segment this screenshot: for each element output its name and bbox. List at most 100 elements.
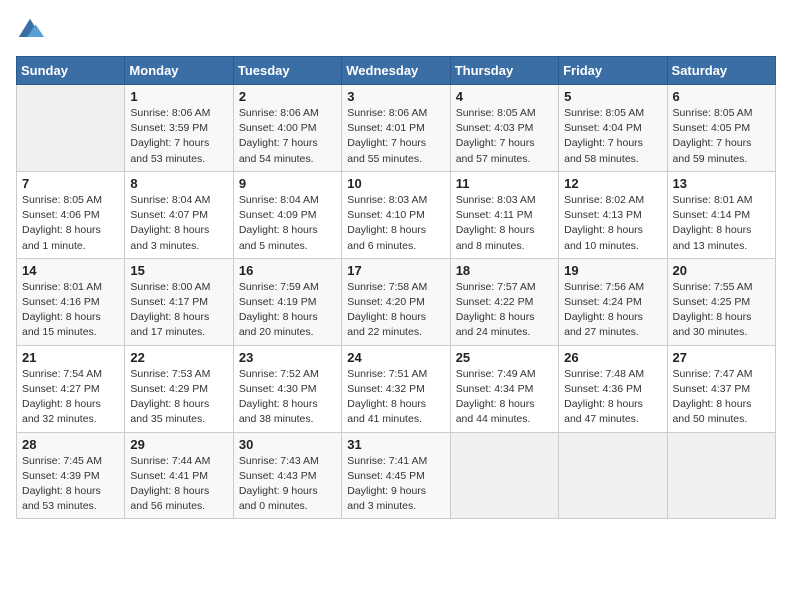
day-content: Sunrise: 7:51 AMSunset: 4:32 PMDaylight:…: [347, 367, 444, 428]
calendar-cell: 7 Sunrise: 8:05 AMSunset: 4:06 PMDaylight…: [17, 171, 125, 258]
day-number: 31: [347, 437, 444, 452]
calendar-week-2: 7 Sunrise: 8:05 AMSunset: 4:06 PMDaylight…: [17, 171, 776, 258]
calendar-cell: 2Sunrise: 8:06 AMSunset: 4:00 PMDaylight…: [233, 85, 341, 172]
calendar-week-4: 21 Sunrise: 7:54 AMSunset: 4:27 PMDayligh…: [17, 345, 776, 432]
day-number: 15: [130, 263, 227, 278]
day-number: 21: [22, 350, 119, 365]
calendar-cell: 12Sunrise: 8:02 AMSunset: 4:13 PMDayligh…: [559, 171, 667, 258]
calendar-cell: [17, 85, 125, 172]
calendar-cell: 5 Sunrise: 8:05 AMSunset: 4:04 PMDaylight…: [559, 85, 667, 172]
day-number: 17: [347, 263, 444, 278]
calendar-cell: 4Sunrise: 8:05 AMSunset: 4:03 PMDaylight…: [450, 85, 558, 172]
day-number: 8: [130, 176, 227, 191]
calendar-cell: 1 Sunrise: 8:06 AMSunset: 3:59 PMDaylight…: [125, 85, 233, 172]
calendar-body: 1 Sunrise: 8:06 AMSunset: 3:59 PMDaylight…: [17, 85, 776, 519]
day-content: Sunrise: 8:04 AMSunset: 4:07 PMDaylight:…: [130, 193, 227, 254]
calendar-cell: 16Sunrise: 7:59 AMSunset: 4:19 PMDayligh…: [233, 258, 341, 345]
day-number: 10: [347, 176, 444, 191]
calendar-cell: 9 Sunrise: 8:04 AMSunset: 4:09 PMDaylight…: [233, 171, 341, 258]
day-number: 6: [673, 89, 770, 104]
weekday-header-friday: Friday: [559, 57, 667, 85]
day-content: Sunrise: 7:48 AMSunset: 4:36 PMDaylight:…: [564, 367, 661, 428]
day-number: 1: [130, 89, 227, 104]
day-content: Sunrise: 7:43 AMSunset: 4:43 PMDaylight:…: [239, 454, 336, 515]
day-number: 13: [673, 176, 770, 191]
day-number: 18: [456, 263, 553, 278]
day-number: 5: [564, 89, 661, 104]
day-content: Sunrise: 7:52 AMSunset: 4:30 PMDaylight:…: [239, 367, 336, 428]
day-content: Sunrise: 8:01 AMSunset: 4:14 PMDaylight:…: [673, 193, 770, 254]
day-content: Sunrise: 8:06 AMSunset: 4:01 PMDaylight:…: [347, 106, 444, 167]
day-content: Sunrise: 7:41 AMSunset: 4:45 PMDaylight:…: [347, 454, 444, 515]
day-number: 28: [22, 437, 119, 452]
day-content: Sunrise: 8:06 AMSunset: 3:59 PMDaylight:…: [130, 106, 227, 167]
day-content: Sunrise: 7:53 AMSunset: 4:29 PMDaylight:…: [130, 367, 227, 428]
calendar-cell: 22 Sunrise: 7:53 AMSunset: 4:29 PMDayligh…: [125, 345, 233, 432]
calendar-cell: 10 Sunrise: 8:03 AMSunset: 4:10 PMDayligh…: [342, 171, 450, 258]
calendar-cell: 29 Sunrise: 7:44 AMSunset: 4:41 PMDayligh…: [125, 432, 233, 519]
day-number: 16: [239, 263, 336, 278]
day-content: Sunrise: 8:05 AMSunset: 4:06 PMDaylight:…: [22, 193, 119, 254]
calendar-cell: 20 Sunrise: 7:55 AMSunset: 4:25 PMDayligh…: [667, 258, 775, 345]
day-number: 30: [239, 437, 336, 452]
calendar-cell: 17 Sunrise: 7:58 AMSunset: 4:20 PMDayligh…: [342, 258, 450, 345]
day-content: Sunrise: 7:57 AMSunset: 4:22 PMDaylight:…: [456, 280, 553, 341]
day-number: 3: [347, 89, 444, 104]
weekday-header-wednesday: Wednesday: [342, 57, 450, 85]
day-content: Sunrise: 7:45 AMSunset: 4:39 PMDaylight:…: [22, 454, 119, 515]
logo: [16, 16, 48, 44]
day-content: Sunrise: 7:44 AMSunset: 4:41 PMDaylight:…: [130, 454, 227, 515]
calendar-cell: 30 Sunrise: 7:43 AMSunset: 4:43 PMDayligh…: [233, 432, 341, 519]
day-number: 20: [673, 263, 770, 278]
day-content: Sunrise: 7:54 AMSunset: 4:27 PMDaylight:…: [22, 367, 119, 428]
day-content: Sunrise: 8:05 AMSunset: 4:04 PMDaylight:…: [564, 106, 661, 167]
calendar-week-5: 28 Sunrise: 7:45 AMSunset: 4:39 PMDayligh…: [17, 432, 776, 519]
calendar-cell: 18 Sunrise: 7:57 AMSunset: 4:22 PMDayligh…: [450, 258, 558, 345]
calendar-cell: 25Sunrise: 7:49 AMSunset: 4:34 PMDayligh…: [450, 345, 558, 432]
calendar-cell: 19Sunrise: 7:56 AMSunset: 4:24 PMDayligh…: [559, 258, 667, 345]
day-content: Sunrise: 8:05 AMSunset: 4:03 PMDaylight:…: [456, 106, 553, 167]
day-content: Sunrise: 7:56 AMSunset: 4:24 PMDaylight:…: [564, 280, 661, 341]
day-number: 22: [130, 350, 227, 365]
weekday-header-tuesday: Tuesday: [233, 57, 341, 85]
calendar-week-3: 14 Sunrise: 8:01 AMSunset: 4:16 PMDayligh…: [17, 258, 776, 345]
day-content: Sunrise: 7:49 AMSunset: 4:34 PMDaylight:…: [456, 367, 553, 428]
day-number: 7: [22, 176, 119, 191]
header: [16, 16, 776, 44]
day-content: Sunrise: 8:02 AMSunset: 4:13 PMDaylight:…: [564, 193, 661, 254]
day-content: Sunrise: 8:05 AMSunset: 4:05 PMDaylight:…: [673, 106, 770, 167]
day-number: 2: [239, 89, 336, 104]
day-content: Sunrise: 8:00 AMSunset: 4:17 PMDaylight:…: [130, 280, 227, 341]
day-content: Sunrise: 8:03 AMSunset: 4:10 PMDaylight:…: [347, 193, 444, 254]
logo-icon: [16, 16, 44, 44]
day-content: Sunrise: 8:01 AMSunset: 4:16 PMDaylight:…: [22, 280, 119, 341]
day-number: 26: [564, 350, 661, 365]
calendar-table: SundayMondayTuesdayWednesdayThursdayFrid…: [16, 56, 776, 519]
day-number: 9: [239, 176, 336, 191]
day-number: 27: [673, 350, 770, 365]
calendar-cell: 21 Sunrise: 7:54 AMSunset: 4:27 PMDayligh…: [17, 345, 125, 432]
weekday-header-sunday: Sunday: [17, 57, 125, 85]
calendar-cell: 15 Sunrise: 8:00 AMSunset: 4:17 PMDayligh…: [125, 258, 233, 345]
weekday-header-thursday: Thursday: [450, 57, 558, 85]
day-content: Sunrise: 8:03 AMSunset: 4:11 PMDaylight:…: [456, 193, 553, 254]
day-number: 29: [130, 437, 227, 452]
day-number: 14: [22, 263, 119, 278]
calendar-header: SundayMondayTuesdayWednesdayThursdayFrid…: [17, 57, 776, 85]
day-number: 23: [239, 350, 336, 365]
calendar-cell: 24Sunrise: 7:51 AMSunset: 4:32 PMDayligh…: [342, 345, 450, 432]
day-content: Sunrise: 7:55 AMSunset: 4:25 PMDaylight:…: [673, 280, 770, 341]
calendar-cell: 8 Sunrise: 8:04 AMSunset: 4:07 PMDaylight…: [125, 171, 233, 258]
day-content: Sunrise: 7:58 AMSunset: 4:20 PMDaylight:…: [347, 280, 444, 341]
calendar-cell: 31 Sunrise: 7:41 AMSunset: 4:45 PMDayligh…: [342, 432, 450, 519]
weekday-header-saturday: Saturday: [667, 57, 775, 85]
calendar-cell: 14 Sunrise: 8:01 AMSunset: 4:16 PMDayligh…: [17, 258, 125, 345]
calendar-cell: 13 Sunrise: 8:01 AMSunset: 4:14 PMDayligh…: [667, 171, 775, 258]
calendar-cell: [559, 432, 667, 519]
calendar-cell: [450, 432, 558, 519]
calendar-cell: 23 Sunrise: 7:52 AMSunset: 4:30 PMDayligh…: [233, 345, 341, 432]
day-number: 11: [456, 176, 553, 191]
day-content: Sunrise: 8:04 AMSunset: 4:09 PMDaylight:…: [239, 193, 336, 254]
calendar-week-1: 1 Sunrise: 8:06 AMSunset: 3:59 PMDaylight…: [17, 85, 776, 172]
calendar-cell: [667, 432, 775, 519]
